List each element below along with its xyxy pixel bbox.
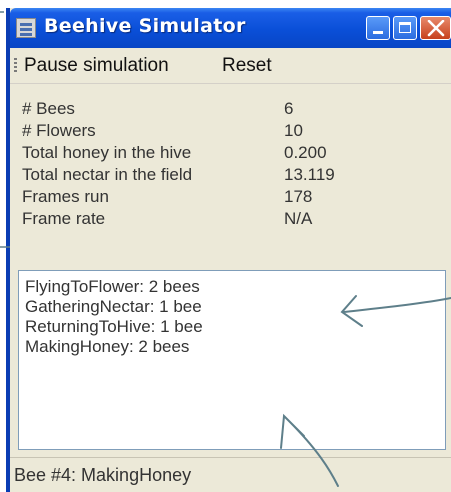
stat-label: # Bees bbox=[22, 99, 75, 118]
stat-row-nectar: Total nectar in the field 13.119 bbox=[22, 164, 442, 186]
status-bar: Bee #4: MakingHoney bbox=[10, 457, 451, 492]
toolstrip-grip[interactable] bbox=[14, 58, 17, 74]
stat-value: 6 bbox=[284, 99, 294, 118]
title-bar[interactable]: Beehive Simulator bbox=[10, 8, 451, 48]
stat-row-bees: # Bees 6 bbox=[22, 98, 442, 120]
stat-value: N/A bbox=[284, 209, 313, 228]
bee-status-list[interactable]: FlyingToFlower: 2 bees GatheringNectar: … bbox=[18, 270, 446, 450]
stat-label: # Flowers bbox=[22, 121, 96, 140]
reset-button[interactable]: Reset bbox=[222, 55, 272, 77]
close-icon bbox=[427, 20, 445, 37]
stat-value: 13.119 bbox=[284, 165, 335, 184]
stat-row-frame-rate: Frame rate N/A bbox=[22, 208, 442, 230]
list-item[interactable]: GatheringNectar: 1 bee bbox=[25, 297, 439, 317]
list-item[interactable]: FlyingToFlower: 2 bees bbox=[25, 277, 439, 297]
window-title: Beehive Simulator bbox=[44, 15, 246, 37]
stat-row-flowers: # Flowers 10 bbox=[22, 120, 442, 142]
list-item[interactable]: ReturningToHive: 1 bee bbox=[25, 317, 439, 337]
stat-label: Frames run bbox=[22, 187, 109, 206]
app-icon[interactable] bbox=[16, 18, 36, 38]
stat-label: Frame rate bbox=[22, 209, 106, 228]
status-text: Bee #4: MakingHoney bbox=[14, 465, 192, 485]
stat-row-honey: Total honey in the hive 0.200 bbox=[22, 142, 442, 164]
menu-bar: Pause simulation Reset bbox=[10, 48, 451, 84]
minimize-button[interactable] bbox=[366, 16, 390, 40]
stat-value: 0.200 bbox=[284, 143, 327, 162]
list-item[interactable]: MakingHoney: 2 bees bbox=[25, 337, 439, 357]
stat-row-frames: Frames run 178 bbox=[22, 186, 442, 208]
pause-simulation-button[interactable]: Pause simulation bbox=[24, 55, 169, 77]
stat-label: Total nectar in the field bbox=[22, 165, 193, 184]
stat-value: 178 bbox=[284, 187, 313, 206]
stats-panel: # Bees 6 # Flowers 10 Total honey in the… bbox=[22, 98, 442, 230]
stat-value: 10 bbox=[284, 121, 303, 140]
close-button[interactable] bbox=[420, 16, 451, 40]
beehive-simulator-window: Beehive Simulator Pause simulation Reset… bbox=[6, 8, 451, 492]
stat-label: Total honey in the hive bbox=[22, 143, 192, 162]
maximize-button[interactable] bbox=[393, 16, 417, 40]
